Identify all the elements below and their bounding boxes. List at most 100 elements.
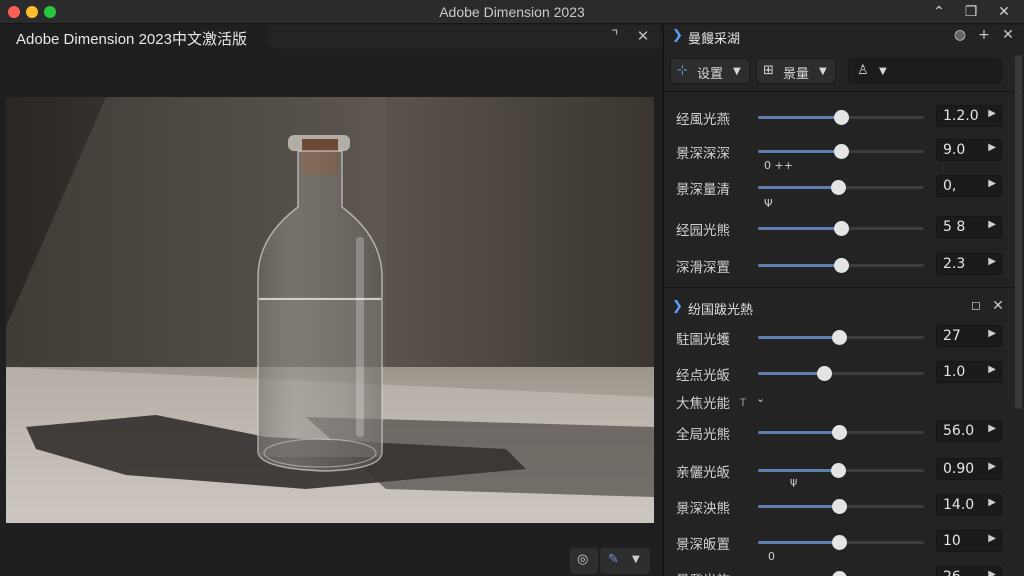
tab-strip (268, 25, 660, 49)
property-slider[interactable] (758, 180, 924, 195)
document-tab[interactable]: Adobe Dimension 2023中文激活版 ⌝ ✕ (0, 25, 660, 49)
rendered-scene (6, 97, 654, 523)
slider-thumb[interactable] (832, 535, 848, 550)
play-icon[interactable]: ▶ (988, 142, 996, 153)
play-icon[interactable]: ▶ (988, 497, 996, 508)
property-slider[interactable] (758, 366, 924, 381)
property-slider[interactable] (758, 221, 924, 236)
value-text: 14.0 (943, 497, 975, 513)
property-slider[interactable] (758, 499, 924, 514)
play-icon[interactable]: ▶ (988, 328, 996, 339)
property-slider[interactable] (758, 144, 924, 159)
section-header-2[interactable]: ❯ 纷国跋光熱 ◻ ✕ (664, 296, 1024, 320)
group-toggle[interactable]: 大焦光能 Ｔ ⌄ (664, 389, 1024, 413)
slider-sublabel: ψ (790, 475, 798, 488)
play-icon[interactable]: ▶ (988, 569, 996, 576)
value-field[interactable]: 14.0 ▶ (936, 494, 1002, 516)
play-icon[interactable]: ▶ (988, 533, 996, 544)
play-icon[interactable]: ▶ (988, 423, 996, 434)
settings-dropdown[interactable]: ⊹ 设置 ▼ (670, 58, 750, 84)
property-row: 景深泱熊 14.0 ▶ (664, 494, 1024, 518)
slider-thumb[interactable] (832, 571, 848, 576)
chevron-down-icon: ▼ (879, 66, 887, 77)
slider-fill (758, 469, 838, 472)
group-label: 大焦光能 (676, 396, 730, 412)
close-icon[interactable]: ✕ (988, 298, 1008, 314)
slider-thumb[interactable] (830, 180, 846, 195)
pin-icon[interactable]: ⌝ (606, 27, 624, 45)
property-slider[interactable] (758, 330, 924, 345)
value-field[interactable]: 1.0 ▶ (936, 361, 1002, 383)
slider-thumb[interactable] (832, 499, 848, 514)
play-icon[interactable]: ▶ (988, 364, 996, 375)
property-slider[interactable] (758, 258, 924, 273)
close-icon[interactable]: ✕ (998, 27, 1018, 43)
play-icon[interactable]: ▶ (988, 108, 996, 119)
slider-fill (758, 372, 825, 375)
document-title: Adobe Dimension 2023中文激活版 (16, 31, 247, 48)
grid-icon: ⊞ (763, 63, 774, 78)
chevron-up-icon[interactable]: ⌃ (928, 2, 950, 22)
slider-fill (758, 116, 841, 119)
slider-fill (758, 150, 841, 153)
slider-fill (758, 186, 838, 189)
property-row: 景發光施 26 ▶ (664, 566, 1024, 576)
chevron-down-icon: ▼ (819, 66, 827, 77)
property-label: 景深皈置 (676, 537, 730, 553)
value-field[interactable]: 5 8 ▶ (936, 216, 1002, 238)
value-field[interactable]: 0.90 ▶ (936, 458, 1002, 480)
play-icon[interactable]: ▶ (988, 256, 996, 267)
slider-thumb[interactable] (834, 144, 849, 159)
property-slider[interactable] (758, 535, 924, 550)
property-label: 全局光熊 (676, 427, 730, 443)
value-field[interactable]: 56.0 ▶ (936, 420, 1002, 442)
pen-tool-dropdown[interactable]: ✎ ▼ (600, 548, 650, 574)
value-field[interactable]: 0, ▶ (936, 175, 1002, 197)
restore-icon[interactable]: ❐ (960, 2, 982, 22)
property-row: 景深量清 0, ▶ (664, 175, 1024, 199)
value-field[interactable]: 1.2.0 ▶ (936, 105, 1002, 127)
chevron-down-icon: ▼ (733, 66, 741, 77)
play-icon[interactable]: ▶ (988, 461, 996, 472)
slider-thumb[interactable] (832, 425, 848, 440)
property-label: 景深泱熊 (676, 501, 730, 517)
settings-icon[interactable]: ◍ (950, 27, 970, 43)
property-slider[interactable] (758, 425, 924, 440)
slider-thumb[interactable] (830, 463, 846, 478)
value-field[interactable]: 9.0 ▶ (936, 139, 1002, 161)
expand-icon[interactable]: ◻ (966, 298, 986, 312)
slider-thumb[interactable] (834, 258, 849, 273)
property-row: 深滑深置 2.3 ▶ (664, 253, 1024, 277)
section-header-1[interactable]: ❯ 曼饅采湖 ◍ + ✕ (664, 25, 1024, 49)
play-icon[interactable]: ▶ (988, 178, 996, 189)
value-field[interactable]: 27 ▶ (936, 325, 1002, 347)
close-icon[interactable]: ✕ (634, 27, 652, 45)
value-field[interactable]: 26 ▶ (936, 566, 1002, 576)
slider-sublabel: Ψ (764, 197, 773, 210)
user-dropdown[interactable]: ♙ ▼ (848, 58, 1002, 84)
property-row: 景深皈置 10 ▶ (664, 530, 1024, 554)
slider-thumb[interactable] (834, 221, 849, 236)
divider (664, 91, 1024, 92)
play-icon[interactable]: ▶ (988, 219, 996, 230)
properties-panel: ❯ 曼饅采湖 ◍ + ✕ ⊹ 设置 ▼ ⊞ 景量 ▼ ♙ ▼ 经風光燕 1.2.0… (663, 25, 1024, 576)
document-area: Adobe Dimension 2023中文激活版 ⌝ ✕ ◎ ✎ ▼ (0, 25, 662, 576)
property-slider[interactable] (758, 110, 924, 125)
close-icon[interactable]: ✕ (993, 2, 1015, 22)
camera-tool-button[interactable]: ◎ (570, 548, 598, 574)
property-slider[interactable] (758, 463, 924, 478)
plus-icon[interactable]: + (974, 27, 994, 43)
property-row: 全局光熊 56.0 ▶ (664, 420, 1024, 444)
render-viewport[interactable] (6, 97, 654, 523)
slider-thumb[interactable] (832, 330, 848, 345)
value-field[interactable]: 2.3 ▶ (936, 253, 1002, 275)
value-text: 26 (943, 569, 961, 576)
slider-fill (758, 227, 841, 230)
value-field[interactable]: 10 ▶ (936, 530, 1002, 552)
title-bar: Adobe Dimension 2023 ⌃ ❐ ✕ (0, 0, 1024, 24)
panel-scrollbar[interactable] (1015, 55, 1022, 409)
slider-thumb[interactable] (834, 110, 849, 125)
view-dropdown[interactable]: ⊞ 景量 ▼ (756, 58, 836, 84)
dropdown-label: 设置 (697, 67, 724, 82)
slider-thumb[interactable] (817, 366, 833, 381)
